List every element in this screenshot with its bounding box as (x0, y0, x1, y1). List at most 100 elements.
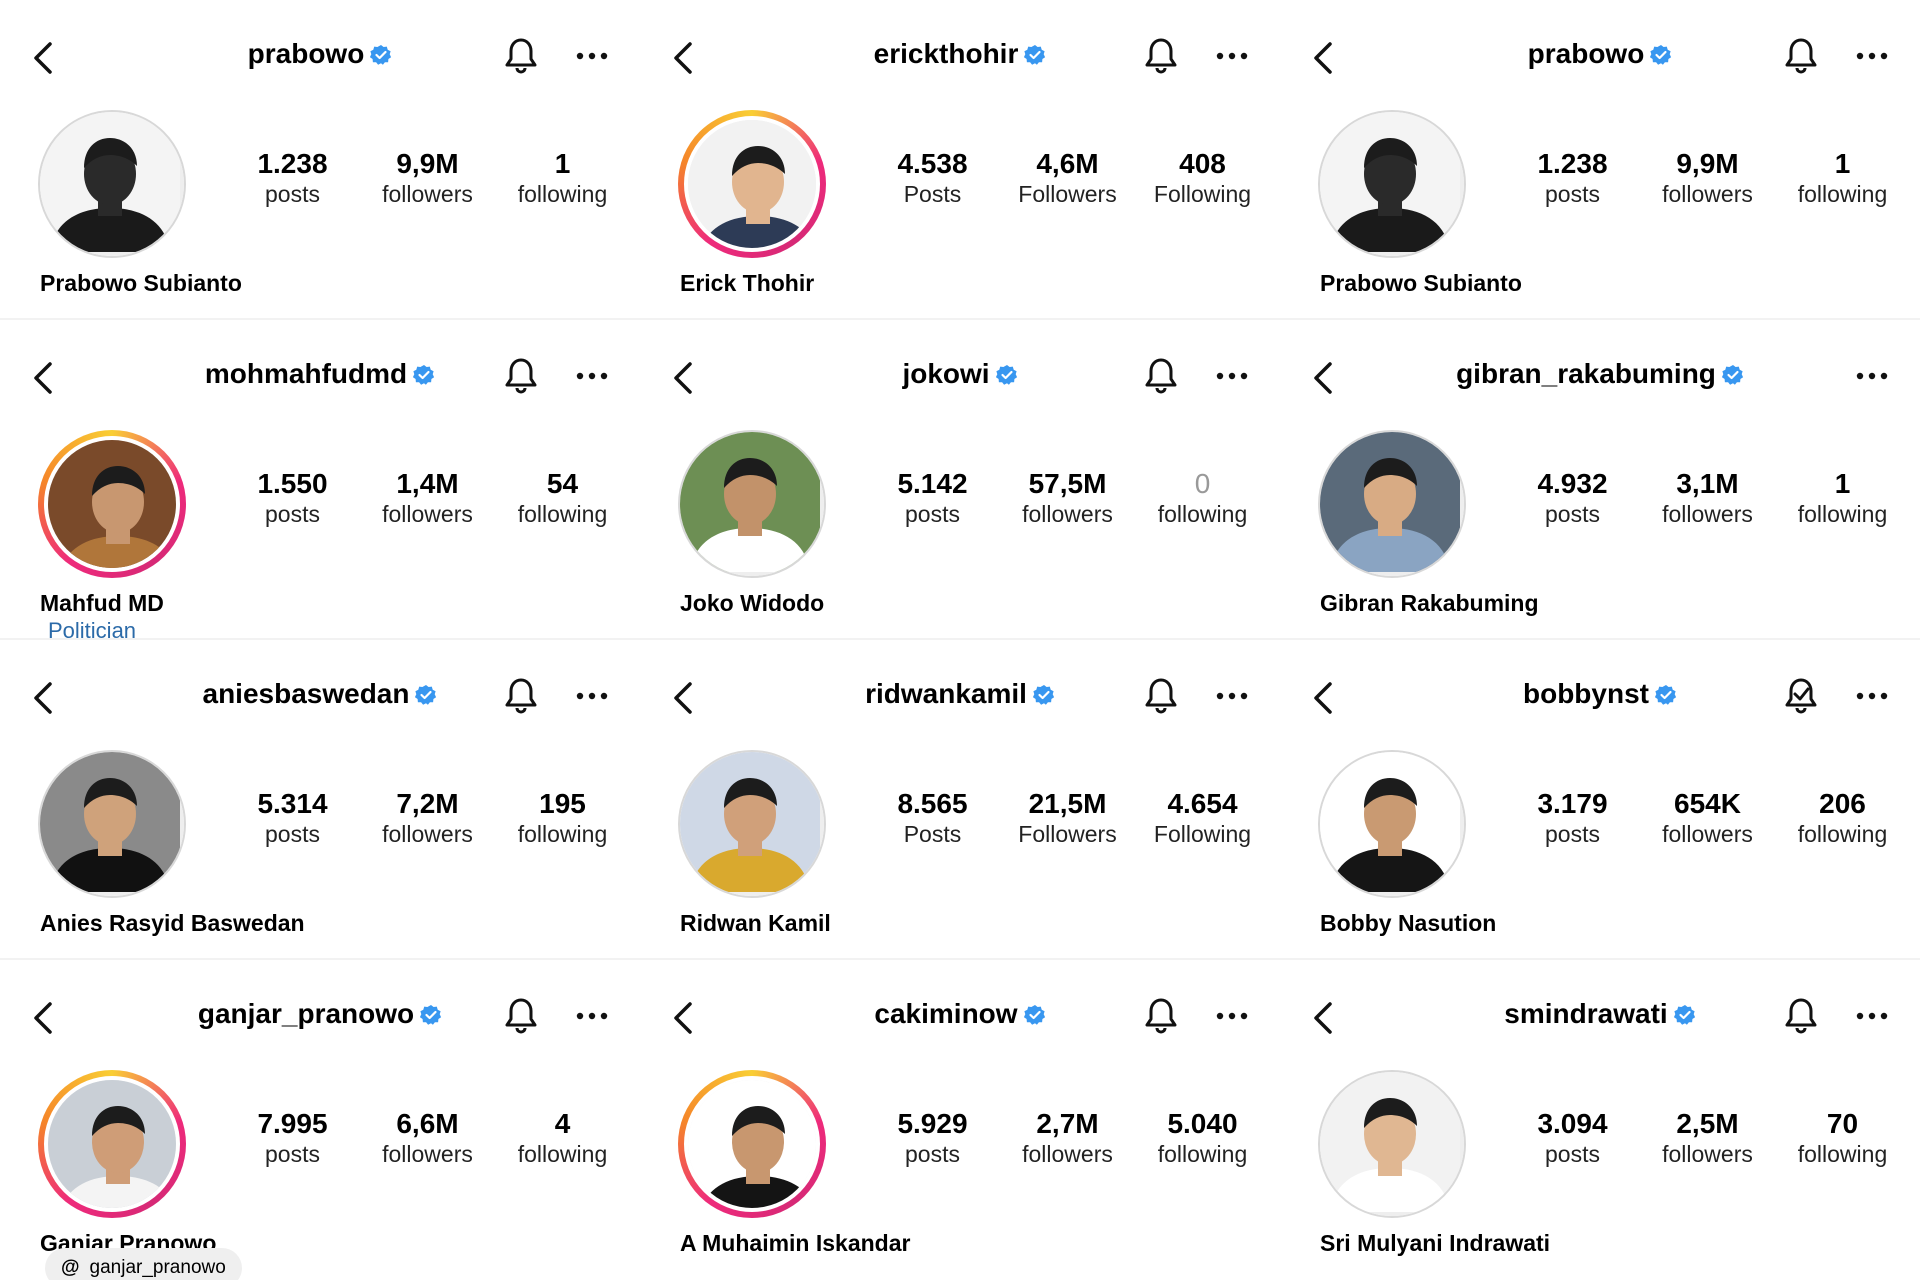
back-arrow-icon[interactable] (26, 1000, 62, 1036)
following-stat[interactable]: 54 following (496, 468, 630, 528)
following-label: Following (1153, 181, 1252, 207)
back-arrow-icon[interactable] (1306, 40, 1342, 76)
profile-avatar[interactable] (678, 110, 826, 258)
bell-icon[interactable] (1142, 356, 1180, 396)
posts-stat[interactable]: 3.179 posts (1506, 788, 1640, 848)
following-stat[interactable]: 0 following (1136, 468, 1270, 528)
bell-icon[interactable] (1782, 36, 1820, 76)
posts-label: Posts (903, 821, 962, 847)
followers-stat[interactable]: 7,2M followers (361, 788, 495, 848)
avatar-image (44, 1076, 180, 1212)
back-arrow-icon[interactable] (1306, 1000, 1342, 1036)
followers-count: 9,9M (1676, 148, 1739, 179)
back-arrow-icon[interactable] (26, 680, 62, 716)
profile-avatar[interactable] (1318, 110, 1466, 258)
posts-stat[interactable]: 1.238 posts (1506, 148, 1640, 208)
followers-stat[interactable]: 57,5M followers (1001, 468, 1135, 528)
profile-avatar[interactable] (678, 1070, 826, 1218)
more-options-icon[interactable] (574, 1002, 610, 1030)
verified-badge-icon (1032, 681, 1055, 705)
profile-avatar[interactable] (1318, 1070, 1466, 1218)
back-arrow-icon[interactable] (666, 1000, 702, 1036)
more-options-icon[interactable] (1214, 1002, 1250, 1030)
bell-icon[interactable] (502, 676, 540, 716)
followers-label: followers (1022, 1141, 1113, 1167)
bell-check-icon[interactable] (1782, 676, 1820, 716)
profile-avatar[interactable] (38, 110, 186, 258)
posts-stat[interactable]: 5.314 posts (226, 788, 360, 848)
bell-icon[interactable] (1142, 36, 1180, 76)
username-title: jokowi (780, 358, 1140, 390)
followers-stat[interactable]: 6,6M followers (361, 1108, 495, 1168)
following-stat[interactable]: 195 following (496, 788, 630, 848)
more-options-icon[interactable] (574, 362, 610, 390)
followers-stat[interactable]: 1,4M followers (361, 468, 495, 528)
back-arrow-icon[interactable] (26, 40, 62, 76)
posts-stat[interactable]: 1.238 posts (226, 148, 360, 208)
followers-stat[interactable]: 2,7M followers (1001, 1108, 1135, 1168)
back-arrow-icon[interactable] (26, 360, 62, 396)
profile-avatar[interactable] (678, 750, 826, 898)
more-options-icon[interactable] (574, 682, 610, 710)
followers-stat[interactable]: 9,9M followers (1641, 148, 1775, 208)
bell-icon[interactable] (502, 36, 540, 76)
posts-stat[interactable]: 4.538 Posts (866, 148, 1000, 208)
username-title: ridwankamil (780, 678, 1140, 710)
followers-stat[interactable]: 3,1M followers (1641, 468, 1775, 528)
more-options-icon[interactable] (1214, 42, 1250, 70)
followers-stat[interactable]: 4,6M Followers (1001, 148, 1135, 208)
posts-stat[interactable]: 8.565 Posts (866, 788, 1000, 848)
posts-stat[interactable]: 3.094 posts (1506, 1108, 1640, 1168)
verified-badge-icon (370, 41, 392, 65)
following-stat[interactable]: 70 following (1776, 1108, 1910, 1168)
back-arrow-icon[interactable] (666, 360, 702, 396)
threads-badge[interactable]: @ ganjar_pranowo (45, 1248, 242, 1280)
more-options-icon[interactable] (1854, 682, 1890, 710)
posts-stat[interactable]: 1.550 posts (226, 468, 360, 528)
back-arrow-icon[interactable] (666, 40, 702, 76)
following-stat[interactable]: 4 following (496, 1108, 630, 1168)
bell-icon[interactable] (502, 356, 540, 396)
back-arrow-icon[interactable] (1306, 360, 1342, 396)
profile-card-bobbynst: bobbynst 3.179 posts 654K followers 206 … (1280, 640, 1920, 960)
followers-stat[interactable]: 2,5M followers (1641, 1108, 1775, 1168)
bell-icon[interactable] (1782, 996, 1820, 1036)
username: jokowi (902, 358, 990, 389)
bell-icon[interactable] (502, 996, 540, 1036)
following-stat[interactable]: 408 Following (1136, 148, 1270, 208)
followers-stat[interactable]: 9,9M followers (361, 148, 495, 208)
profile-avatar[interactable] (38, 430, 186, 578)
bell-icon[interactable] (1142, 676, 1180, 716)
back-arrow-icon[interactable] (666, 680, 702, 716)
more-options-icon[interactable] (1214, 682, 1250, 710)
more-options-icon[interactable] (1854, 362, 1890, 390)
following-stat[interactable]: 206 following (1776, 788, 1910, 848)
following-stat[interactable]: 1 following (1776, 148, 1910, 208)
bell-icon[interactable] (1142, 996, 1180, 1036)
more-options-icon[interactable] (574, 42, 610, 70)
posts-stat[interactable]: 5.929 posts (866, 1108, 1000, 1168)
following-stat[interactable]: 5.040 following (1136, 1108, 1270, 1168)
followers-stat[interactable]: 654K followers (1641, 788, 1775, 848)
row-divider (0, 958, 1920, 960)
posts-stat[interactable]: 7.995 posts (226, 1108, 360, 1168)
following-stat[interactable]: 1 following (496, 148, 630, 208)
profile-avatar[interactable] (1318, 430, 1466, 578)
profile-avatar[interactable] (1318, 750, 1466, 898)
username-title: prabowo (140, 38, 500, 70)
following-count: 54 (546, 468, 579, 499)
posts-stat[interactable]: 5.142 posts (866, 468, 1000, 528)
following-stat[interactable]: 1 following (1776, 468, 1910, 528)
profile-avatar[interactable] (38, 1070, 186, 1218)
followers-stat[interactable]: 21,5M Followers (1001, 788, 1135, 848)
profile-avatar[interactable] (678, 430, 826, 578)
username-title: prabowo (1420, 38, 1780, 70)
back-arrow-icon[interactable] (1306, 680, 1342, 716)
following-stat[interactable]: 4.654 Following (1136, 788, 1270, 848)
following-label: following (517, 1141, 608, 1167)
posts-stat[interactable]: 4.932 posts (1506, 468, 1640, 528)
profile-avatar[interactable] (38, 750, 186, 898)
more-options-icon[interactable] (1854, 1002, 1890, 1030)
more-options-icon[interactable] (1214, 362, 1250, 390)
more-options-icon[interactable] (1854, 42, 1890, 70)
